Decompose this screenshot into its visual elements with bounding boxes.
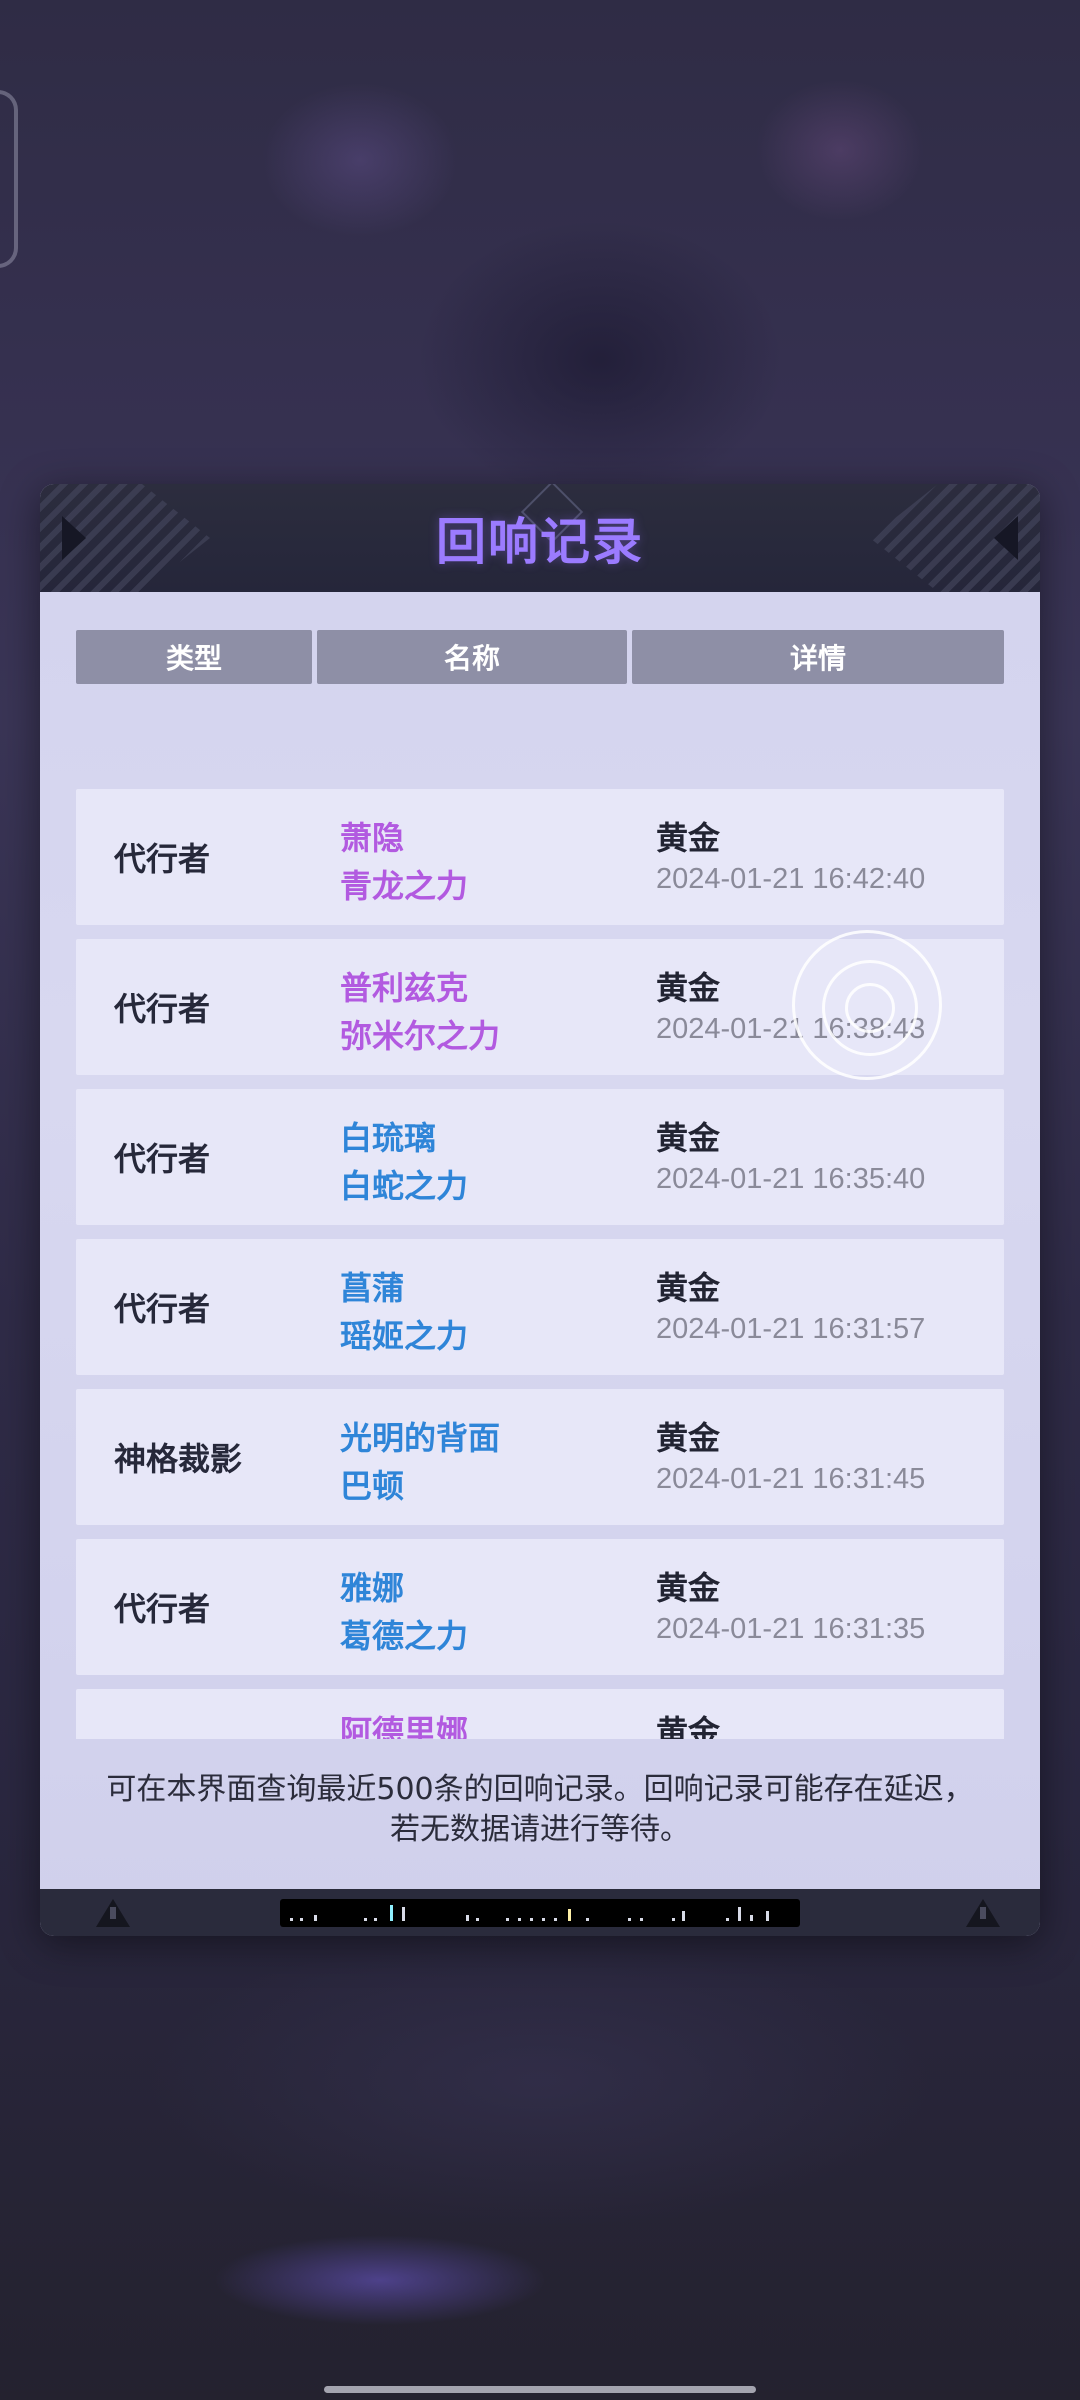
record-rarity: 黄金 xyxy=(656,1569,721,1607)
record-row[interactable]: 代行者 菖蒲 瑶姬之力 黄金 2024-01-21 16:31:57 xyxy=(76,1239,1004,1375)
record-row[interactable]: 代行者 白琉璃 白蛇之力 黄金 2024-01-21 16:35:40 xyxy=(76,1089,1004,1225)
record-name-line1: 光明的背面 xyxy=(340,1419,501,1457)
record-type: 代行者 xyxy=(114,1590,211,1628)
record-name-line1: 普利兹克 xyxy=(340,969,469,1007)
record-type: 神格裁影 xyxy=(114,1440,243,1478)
record-time: 2024-01-21 16:42:40 xyxy=(656,863,926,895)
record-rarity: 黄金 xyxy=(656,1119,721,1157)
record-type: 代行者 xyxy=(114,990,211,1028)
record-name-line2: 弥米尔之力 xyxy=(340,1017,501,1055)
record-name-line2: 青龙之力 xyxy=(340,867,469,905)
chevron-left-decoration xyxy=(62,516,86,560)
column-header-details: 详情 xyxy=(632,630,1004,684)
record-row-partial[interactable]: 阿德里娜 黄金 xyxy=(76,1689,1004,1739)
record-name-line1: 阿德里娜 xyxy=(340,1713,469,1739)
warning-icon xyxy=(96,1899,130,1927)
echo-record-dialog: 回响记录 类型 名称 详情 代行者 萧隐 青龙之力 黄金 2024-01-21 … xyxy=(40,484,1040,1936)
record-type: 代行者 xyxy=(114,840,211,878)
record-name-line2: 白蛇之力 xyxy=(340,1167,469,1205)
record-time: 2024-01-21 16:31:45 xyxy=(656,1463,926,1495)
record-row[interactable]: 神格裁影 光明的背面 巴顿 黄金 2024-01-21 16:31:45 xyxy=(76,1389,1004,1525)
dialog-bottom-bar xyxy=(40,1889,1040,1936)
record-rarity: 黄金 xyxy=(656,1269,721,1307)
barcode-decoration xyxy=(280,1899,800,1927)
record-name-line2: 瑶姬之力 xyxy=(340,1317,469,1355)
record-name-line1: 菖蒲 xyxy=(340,1269,405,1307)
record-time: 2024-01-21 16:31:35 xyxy=(656,1613,926,1645)
record-type: 代行者 xyxy=(114,1140,211,1178)
record-row[interactable]: 代行者 雅娜 葛德之力 黄金 2024-01-21 16:31:35 xyxy=(76,1539,1004,1675)
record-rarity: 黄金 xyxy=(656,1713,721,1739)
record-time: 2024-01-21 16:35:40 xyxy=(656,1163,926,1195)
record-name-line2: 巴顿 xyxy=(340,1467,405,1505)
touch-ring-icon[interactable] xyxy=(792,930,942,1080)
dialog-title: 回响记录 xyxy=(436,513,644,571)
column-header-name: 名称 xyxy=(317,630,627,684)
record-name-line1: 萧隐 xyxy=(340,819,405,857)
dialog-header: 回响记录 xyxy=(40,484,1040,592)
record-rarity: 黄金 xyxy=(656,1419,721,1457)
record-rarity: 黄金 xyxy=(656,819,721,857)
record-name-line1: 雅娜 xyxy=(340,1569,405,1607)
column-header-type: 类型 xyxy=(76,630,312,684)
record-type: 代行者 xyxy=(114,1290,211,1328)
record-row[interactable]: 代行者 萧隐 青龙之力 黄金 2024-01-21 16:42:40 xyxy=(76,789,1004,925)
edge-bracket-decoration xyxy=(0,90,18,268)
warning-icon xyxy=(966,1899,1000,1927)
footer-note: 可在本界面查询最近500条的回响记录。回响记录可能存在延迟，若无数据请进行等待。 xyxy=(106,1772,974,1847)
record-name-line1: 白琉璃 xyxy=(340,1119,437,1157)
home-indicator[interactable] xyxy=(324,2386,756,2393)
record-rarity: 黄金 xyxy=(656,969,721,1007)
record-time: 2024-01-21 16:31:57 xyxy=(656,1313,926,1345)
chevron-right-decoration xyxy=(994,516,1018,560)
record-name-line2: 葛德之力 xyxy=(340,1617,469,1655)
